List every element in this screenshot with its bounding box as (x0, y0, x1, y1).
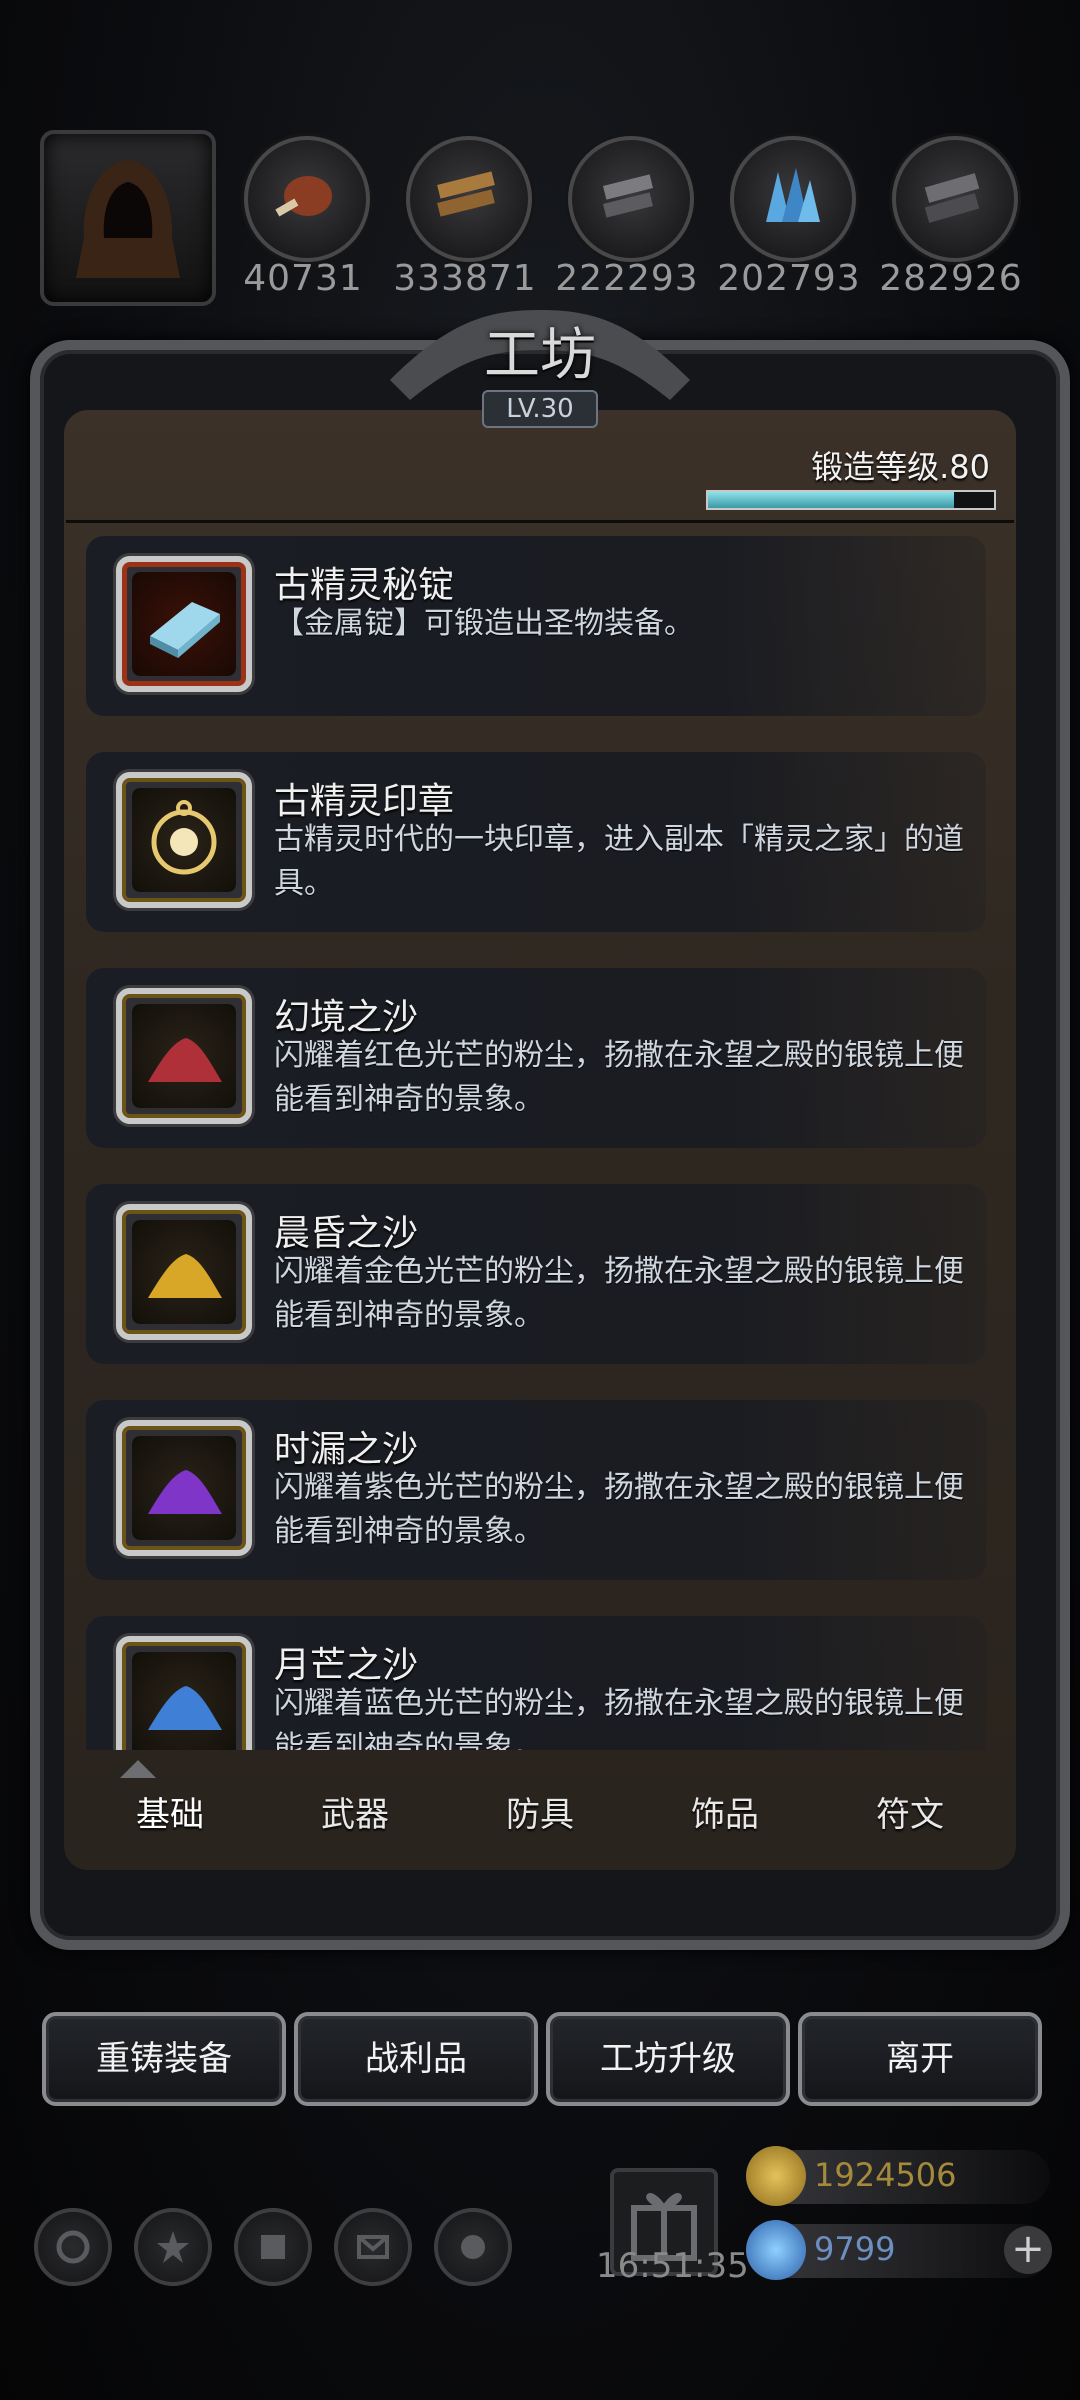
item-description: 古精灵时代的一块印章，进入副本「精灵之家」的道具。 (274, 822, 964, 901)
add-gems-button[interactable]: + (1004, 2226, 1052, 2274)
meat-resource-icon (244, 136, 370, 262)
loot-button[interactable]: 战利品 (294, 2012, 538, 2106)
guild-icon[interactable] (234, 2208, 312, 2286)
list-item[interactable]: 时漏之沙 闪耀着紫色光芒的粉尘，扬撒在永望之殿的银镜上便能看到神奇的景象。 (86, 1400, 986, 1580)
list-item[interactable]: 晨昏之沙 闪耀着金色光芒的粉尘，扬撒在永望之殿的银镜上便能看到神奇的景象。 (86, 1184, 986, 1364)
item-name: 月芒之沙 (274, 1645, 419, 1686)
resource-bar: 40731 333871 222293 202793 282926 (0, 130, 1080, 306)
workshop-panel: 工坊 LV.30 锻造等级.80 古精灵秘锭 【金属锭】可锻造出圣物装备。 古精… (30, 300, 1070, 1950)
wood-resource-icon (406, 136, 532, 262)
mail-icon[interactable] (334, 2208, 412, 2286)
crystal-resource-icon (730, 136, 856, 262)
divider (66, 520, 1014, 523)
item-icon-frame (116, 988, 252, 1124)
item-description: 【金属锭】可锻造出圣物装备。 (274, 606, 694, 641)
gold-sand-icon (148, 1254, 222, 1298)
map-icon[interactable] (434, 2208, 512, 2286)
tab-armor[interactable]: 防具 (460, 1770, 620, 1860)
iron-resource-icon (568, 136, 694, 262)
list-item[interactable]: 古精灵秘锭 【金属锭】可锻造出圣物装备。 (86, 536, 986, 716)
tab-basic[interactable]: 基础 (90, 1770, 250, 1860)
reforge-button[interactable]: 重铸装备 (42, 2012, 286, 2106)
gold-coin-icon (746, 2146, 806, 2206)
item-icon-frame (116, 1636, 252, 1750)
purple-sand-icon (148, 1470, 222, 1514)
panel-title: 工坊 (484, 323, 596, 388)
item-name: 古精灵秘锭 (274, 565, 455, 606)
tab-weapons[interactable]: 武器 (275, 1770, 435, 1860)
crystal-amount: 202793 (717, 258, 861, 299)
settings-icon[interactable] (34, 2208, 112, 2286)
tab-accessories[interactable]: 饰品 (645, 1770, 805, 1860)
item-icon-frame (116, 772, 252, 908)
workshop-level-badge: LV.30 (482, 390, 598, 428)
clock-time: 16:51:35 (596, 2246, 749, 2286)
item-name: 幻境之沙 (274, 997, 419, 1038)
stone-amount: 282926 (879, 258, 1023, 299)
forge-progress-bar (706, 490, 996, 510)
item-description: 闪耀着紫色光芒的粉尘，扬撒在永望之殿的银镜上便能看到神奇的景象。 (274, 1470, 964, 1549)
meat-amount: 40731 (243, 258, 363, 299)
gem-amount: 9799 (814, 2230, 896, 2268)
achievement-icon[interactable] (134, 2208, 212, 2286)
item-description: 闪耀着蓝色光芒的粉尘，扬撒在永望之殿的银镜上便能看到神奇的景象。 (274, 1686, 964, 1750)
gem-icon (746, 2220, 806, 2280)
item-description: 闪耀着红色光芒的粉尘，扬撒在永望之殿的银镜上便能看到神奇的景象。 (274, 1038, 964, 1117)
item-icon-frame (116, 1420, 252, 1556)
stone-resource-icon (892, 136, 1018, 262)
upgrade-workshop-button[interactable]: 工坊升级 (546, 2012, 790, 2106)
item-list[interactable]: 古精灵秘锭 【金属锭】可锻造出圣物装备。 古精灵印章 古精灵时代的一块印章，进入… (86, 536, 1018, 1750)
ingot-icon (150, 602, 220, 658)
item-icon-frame (116, 1204, 252, 1340)
red-sand-icon (148, 1038, 222, 1082)
leave-button[interactable]: 离开 (798, 2012, 1042, 2106)
wood-amount: 333871 (393, 258, 537, 299)
gold-amount: 1924506 (814, 2156, 957, 2194)
tab-runes[interactable]: 符文 (830, 1770, 990, 1860)
item-name: 时漏之沙 (274, 1429, 419, 1470)
item-icon-frame (116, 556, 252, 692)
list-item[interactable]: 幻境之沙 闪耀着红色光芒的粉尘，扬撒在永望之殿的银镜上便能看到神奇的景象。 (86, 968, 986, 1148)
item-name: 古精灵印章 (274, 781, 455, 822)
list-item[interactable]: 月芒之沙 闪耀着蓝色光芒的粉尘，扬撒在永望之殿的银镜上便能看到神奇的景象。 (86, 1616, 986, 1750)
forge-progress-fill (708, 492, 954, 508)
gold-currency: 1924506 (746, 2146, 1050, 2206)
category-tabs: 基础 武器 防具 饰品 符文 (90, 1770, 990, 1860)
item-name: 晨昏之沙 (274, 1213, 419, 1254)
seal-icon (151, 800, 217, 875)
blue-sand-icon (148, 1686, 222, 1730)
forge-level-label: 锻造等级.80 (811, 448, 990, 486)
list-item[interactable]: 古精灵印章 古精灵时代的一块印章，进入副本「精灵之家」的道具。 (86, 752, 986, 932)
iron-amount: 222293 (555, 258, 699, 299)
character-portrait[interactable] (40, 130, 216, 306)
item-description: 闪耀着金色光芒的粉尘，扬撒在永望之殿的银镜上便能看到神奇的景象。 (274, 1254, 964, 1333)
